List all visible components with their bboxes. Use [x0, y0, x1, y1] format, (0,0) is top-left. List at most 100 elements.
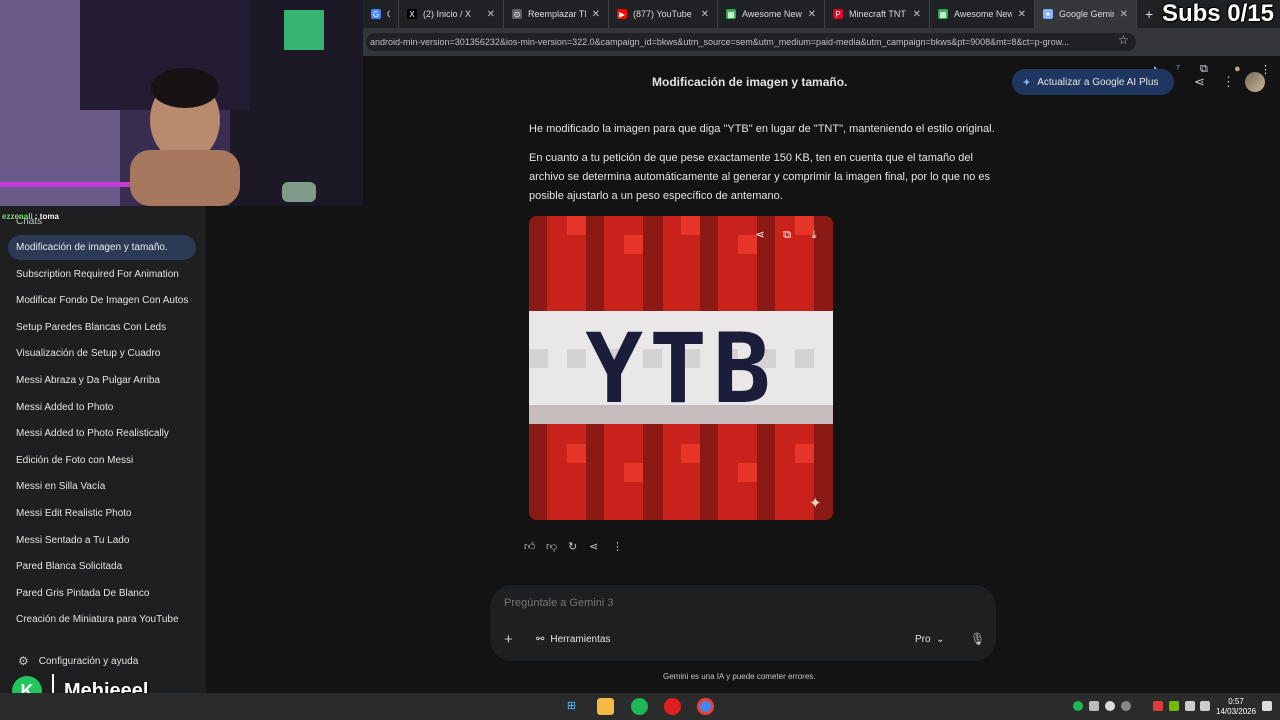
url-field[interactable]: android-min-version=301356232&ios-min-ve… [366, 33, 1136, 51]
model-label: Pro [915, 634, 931, 645]
bookmark-star-icon[interactable]: ☆ [1118, 33, 1129, 47]
settings-and-help-button[interactable]: ⚙ Configuración y ayuda [18, 654, 138, 668]
tab-label: Minecraft TNT E [849, 9, 907, 19]
tray-spotify-icon[interactable] [1073, 701, 1083, 711]
notifications-icon[interactable] [1262, 701, 1272, 711]
tnt-stripe [700, 216, 718, 311]
generated-image[interactable]: YTB ⋖ ⧉ ⤓ ✦ [529, 216, 833, 520]
system-clock[interactable]: 0:57 14/03/2026 [1216, 697, 1256, 717]
nvidia-icon[interactable] [1169, 701, 1179, 711]
tab-favicon-icon: G [371, 9, 381, 19]
settings-label: Configuración y ayuda [38, 655, 139, 667]
browser-tab[interactable]: P Minecraft TNT E ✕ [825, 0, 930, 28]
gear-icon: ⚙ [18, 654, 29, 668]
tnt-stripe [586, 424, 604, 520]
sidebar-chat-item[interactable]: Messi Edit Realistic Photo [8, 501, 196, 526]
tray-icon[interactable] [1105, 701, 1115, 711]
sidebar-chat-item[interactable]: Pared Gris Pintada De Blanco [8, 581, 196, 606]
tnt-stripe [586, 216, 604, 311]
tray-icon[interactable] [1121, 701, 1131, 711]
upgrade-button[interactable]: ✦ Actualizar a Google AI Plus [1012, 69, 1175, 95]
sidebar-chat-item[interactable]: Modificación de imagen y tamaño. [8, 235, 196, 260]
tab-label: (877) YouTube [633, 9, 692, 19]
prompt-input[interactable] [504, 597, 904, 609]
more-actions-icon[interactable]: ⋮ [612, 540, 623, 553]
sidebar-chat-item[interactable]: Messi Sentado a Tu Lado [8, 528, 196, 553]
model-selector[interactable]: Pro ⌄ [915, 634, 945, 645]
app-icon[interactable] [664, 698, 681, 715]
tray-icon[interactable] [1089, 701, 1099, 711]
avatar[interactable] [1245, 72, 1265, 92]
tab-label: Reemplazar TNT [528, 9, 586, 19]
add-attachment-icon[interactable]: + [504, 631, 513, 648]
browser-tab[interactable]: ▦ Awesome New ✕ [930, 0, 1035, 28]
windows-taskbar: ⊞ 0:57 14/03/2026 [0, 693, 1280, 720]
tab-favicon-icon: ✦ [1043, 9, 1053, 19]
close-tab-icon[interactable]: ✕ [487, 9, 495, 20]
close-tab-icon[interactable]: ✕ [808, 9, 816, 20]
sidebar-chat-item[interactable]: Creación de Miniatura para YouTube [8, 607, 196, 632]
tnt-pixel-highlight [624, 235, 643, 254]
sidebar-chat-item[interactable]: Messi Added to Photo Realistically [8, 421, 196, 446]
sidebar-chat-item[interactable]: Visualización de Setup y Cuadro [8, 341, 196, 366]
tnt-band-pixel [529, 349, 548, 368]
sidebar-chat-item[interactable]: Setup Paredes Blancas Con Leds [8, 315, 196, 340]
more-options-icon[interactable]: ⋮ [1222, 74, 1235, 90]
gemini-watermark-icon: ✦ [809, 495, 822, 512]
sidebar-chat-item[interactable]: Messi Abraza y Da Pulgar Arriba [8, 368, 196, 393]
volume-icon[interactable] [1200, 701, 1210, 711]
regenerate-icon[interactable]: ↻ [568, 540, 577, 553]
tab-favicon-icon: P [833, 9, 843, 19]
upgrade-label: Actualizar a Google AI Plus [1037, 76, 1159, 88]
new-tab-button[interactable]: + [1137, 6, 1161, 22]
share-image-icon[interactable]: ⋖ [751, 226, 769, 244]
microphone-icon[interactable]: 🎙︎ [970, 632, 985, 646]
network-icon[interactable] [1185, 701, 1195, 711]
spotify-icon[interactable] [631, 698, 648, 715]
file-explorer-icon[interactable] [597, 698, 614, 715]
close-tab-icon[interactable]: ✕ [701, 9, 709, 20]
tnt-band-pixel [795, 349, 814, 368]
sidebar-chat-item[interactable]: Pared Blanca Solicitada [8, 554, 196, 579]
tnt-pixel-highlight [567, 444, 586, 463]
sidebar-chat-item[interactable]: Edición de Foto con Messi [8, 448, 196, 473]
chat-message-overlay: ezzenali : toma [2, 212, 59, 221]
thumbs-up-icon[interactable]: 👍︎ [524, 540, 536, 553]
tnt-pixel-highlight [567, 216, 586, 235]
sidebar-chat-item[interactable]: Messi en Silla Vacía [8, 474, 196, 499]
sidebar-chat-item[interactable]: Subscription Required For Animation [8, 262, 196, 287]
sidebar-chat-item[interactable]: Messi Added to Photo [8, 395, 196, 420]
share-icon[interactable]: ⋖ [1194, 74, 1205, 90]
webcam-overlay [0, 0, 363, 206]
sidebar-chat-item[interactable]: Modificar Fondo De Imagen Con Autos [8, 288, 196, 313]
chat-username: ezzenali [2, 212, 33, 221]
download-icon[interactable]: ⤓ [805, 226, 823, 244]
browser-tab[interactable]: X (2) Inicio / X ✕ [399, 0, 504, 28]
close-tab-icon[interactable]: ✕ [592, 9, 600, 20]
copy-image-icon[interactable]: ⧉ [778, 226, 796, 244]
tools-icon: ⚯ [536, 634, 545, 645]
chrome-icon[interactable] [697, 698, 714, 715]
tab-label: Awesome New [954, 9, 1012, 19]
tnt-stripe [757, 424, 775, 520]
share-response-icon[interactable]: ⋖ [589, 540, 598, 553]
close-tab-icon[interactable]: ✕ [1018, 9, 1026, 20]
tray-icon[interactable] [1153, 701, 1163, 711]
close-tab-icon[interactable]: ✕ [913, 9, 921, 20]
thumbs-down-icon[interactable]: 👎︎ [546, 540, 557, 553]
start-menu-icon[interactable]: ⊞ [563, 698, 580, 715]
browser-tab[interactable]: ▶ (877) YouTube ✕ [609, 0, 718, 28]
tab-label: (2) Inicio / X [423, 9, 472, 19]
tools-button[interactable]: ⚯ Herramientas [536, 634, 610, 645]
tools-label: Herramientas [550, 634, 611, 645]
tnt-stripe [529, 424, 547, 520]
clock-time: 0:57 [1228, 697, 1244, 706]
tnt-band-pixel [567, 349, 586, 368]
tab-label: Google Gemini [1059, 9, 1114, 19]
response-paragraph-2: En cuanto a tu petición de que pese exac… [529, 152, 991, 202]
browser-tab[interactable]: G Gi [363, 0, 399, 28]
close-tab-icon[interactable]: ✕ [1120, 9, 1128, 20]
browser-tab[interactable]: ⊙ Reemplazar TNT ✕ [504, 0, 609, 28]
browser-tab[interactable]: ▦ Awesome New ✕ [718, 0, 825, 28]
browser-tab[interactable]: ✦ Google Gemini ✕ [1035, 0, 1137, 28]
